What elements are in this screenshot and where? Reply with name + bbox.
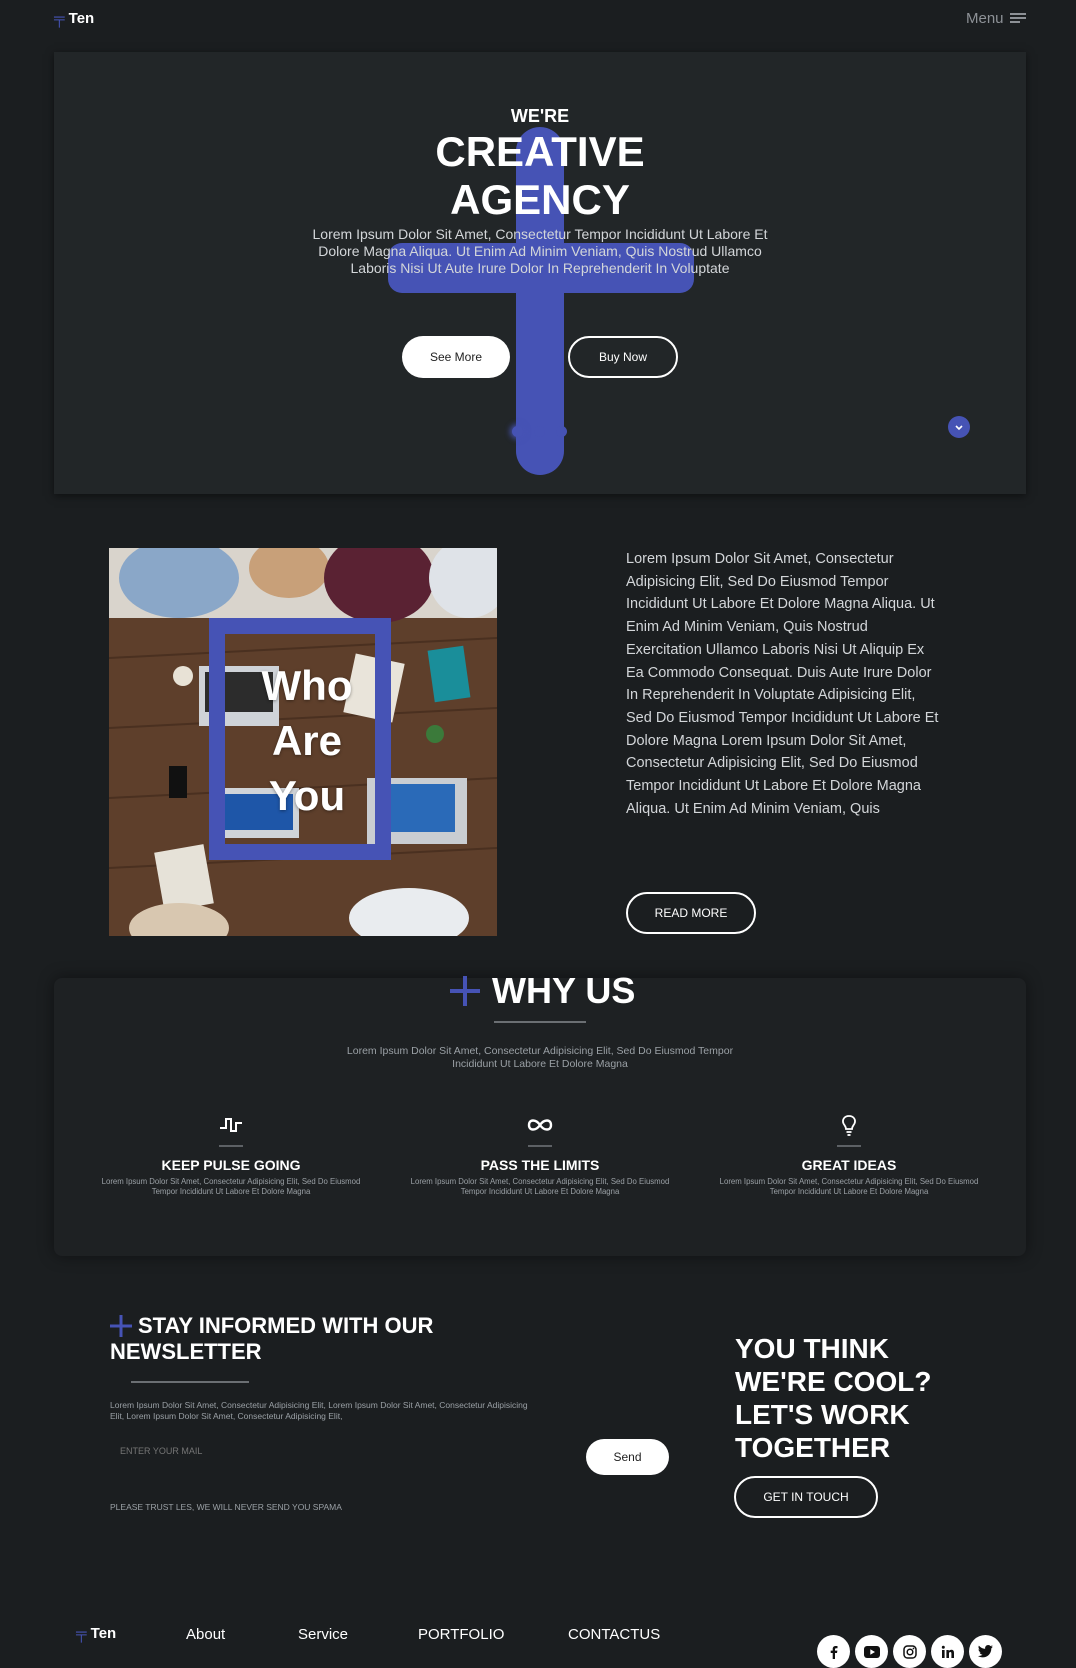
brand-logo[interactable]: ╤ Ten — [54, 10, 94, 27]
pulse-icon — [220, 1118, 242, 1132]
footer-link-portfolio[interactable]: PORTFOLIO — [418, 1626, 504, 1643]
why-us-title: WHY US — [492, 970, 636, 1011]
twitter-button[interactable] — [969, 1635, 1002, 1668]
linkedin-button[interactable] — [931, 1635, 964, 1668]
slider-dot-1-active[interactable] — [512, 426, 523, 437]
instagram-button[interactable] — [893, 1635, 926, 1668]
newsletter-description: Lorem Ipsum Dolor Sit Amet, Consectetur … — [110, 1400, 528, 1421]
chevron-down-icon — [955, 425, 963, 431]
who-overlay-line3: You — [268, 772, 346, 819]
hero-title: CREATIVE AGENCY — [54, 128, 1026, 224]
feature-divider — [837, 1145, 861, 1147]
feature-title: PASS THE LIMITS — [480, 1157, 600, 1173]
feature-text: Lorem Ipsum Dolor Sit Amet, Consectetur … — [719, 1177, 979, 1196]
hero-section: WE'RE CREATIVE AGENCY Lorem Ipsum Dolor … — [54, 52, 1026, 494]
feature-title: GREAT IDEAS — [801, 1157, 897, 1173]
newsletter-disclaimer: PLEASE TRUST LES, WE WILL NEVER SEND YOU… — [110, 1502, 342, 1512]
buy-now-button[interactable]: Buy Now — [568, 336, 678, 378]
feature-title: KEEP PULSE GOING — [161, 1157, 301, 1173]
hamburger-icon — [1009, 13, 1026, 24]
cta-line3: LET'S WORK — [735, 1399, 910, 1430]
slider-dot-2[interactable] — [534, 426, 545, 437]
hero-pretitle: WE'RE — [510, 106, 570, 126]
infinity-icon — [527, 1119, 553, 1131]
feature-great-ideas: GREAT IDEAS Lorem Ipsum Dolor Sit Amet, … — [714, 1114, 984, 1196]
feature-divider — [528, 1145, 552, 1147]
who-overlay-title: Who Are You — [217, 658, 397, 823]
cta-heading: YOU THINK WE'RE COOL? LET'S WORK TOGETHE… — [735, 1332, 931, 1464]
read-more-button[interactable]: READ MORE — [626, 892, 756, 934]
why-us-description: Lorem Ipsum Dolor Sit Amet, Consectetur … — [346, 1045, 734, 1070]
facebook-icon — [830, 1645, 837, 1659]
plus-icon — [110, 1315, 132, 1337]
get-in-touch-button[interactable]: GET IN TOUCH — [734, 1476, 878, 1518]
team-photo: Who Are You — [109, 548, 497, 936]
footer-logo[interactable]: ╤ Ten — [76, 1625, 116, 1642]
cta-line4: TOGETHER — [735, 1432, 891, 1463]
lightbulb-icon — [842, 1115, 856, 1136]
scroll-down-button[interactable] — [948, 416, 970, 438]
plus-logo-icon: ╤ — [76, 1625, 87, 1642]
footer-brand-name: Ten — [90, 1625, 117, 1642]
why-us-heading: WHY US — [450, 970, 635, 1012]
feature-keep-pulse: KEEP PULSE GOING Lorem Ipsum Dolor Sit A… — [96, 1114, 366, 1196]
send-button[interactable]: Send — [586, 1439, 669, 1475]
newsletter-title-line2: NEWSLETTER — [110, 1339, 262, 1364]
newsletter-title-row: STAY INFORMED WITH OUR — [110, 1313, 433, 1339]
brand-name: Ten — [68, 10, 95, 27]
who-paragraph: Lorem Ipsum Dolor Sit Amet, Consectetur … — [626, 551, 939, 817]
newsletter-heading: STAY INFORMED WITH OUR NEWSLETTER — [110, 1313, 433, 1365]
newsletter-title-line1: STAY INFORMED WITH OUR — [138, 1313, 434, 1338]
hero-description: Lorem Ipsum Dolor Sit Amet, Consectetur … — [312, 226, 768, 276]
why-us-divider — [494, 1021, 586, 1023]
email-input[interactable] — [110, 1440, 570, 1462]
menu-button[interactable]: Menu — [966, 10, 1026, 27]
linkedin-icon — [941, 1645, 954, 1658]
cta-line2: WE'RE COOL? — [735, 1366, 932, 1397]
footer-link-about[interactable]: About — [186, 1626, 225, 1643]
feature-text: Lorem Ipsum Dolor Sit Amet, Consectetur … — [101, 1177, 361, 1196]
who-overlay-line1: Who — [261, 662, 353, 709]
hero-title-line2: AGENCY — [450, 176, 630, 223]
hero-title-line1: CREATIVE — [435, 128, 645, 175]
plus-logo-icon: ╤ — [54, 10, 65, 27]
feature-text: Lorem Ipsum Dolor Sit Amet, Consectetur … — [410, 1177, 670, 1196]
feature-divider — [219, 1145, 243, 1147]
who-overlay-line2: Are — [271, 717, 343, 764]
slider-dot-3[interactable] — [556, 426, 567, 437]
facebook-button[interactable] — [817, 1635, 850, 1668]
footer-link-contactus[interactable]: CONTACTUS — [568, 1626, 660, 1643]
youtube-button[interactable] — [855, 1635, 888, 1668]
youtube-icon — [863, 1645, 880, 1658]
menu-label: Menu — [966, 10, 1004, 27]
footer-link-service[interactable]: Service — [298, 1626, 348, 1643]
instagram-icon — [902, 1644, 917, 1659]
twitter-icon — [978, 1645, 993, 1658]
newsletter-divider — [131, 1381, 249, 1383]
see-more-button[interactable]: See More — [402, 336, 510, 378]
feature-pass-limits: PASS THE LIMITS Lorem Ipsum Dolor Sit Am… — [405, 1114, 675, 1196]
cta-line1: YOU THINK — [735, 1333, 889, 1364]
plus-icon — [450, 976, 480, 1006]
